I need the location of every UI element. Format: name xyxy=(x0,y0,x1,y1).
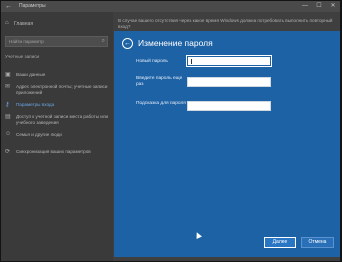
text-caret xyxy=(191,59,192,64)
dialog-title: Изменение пароля xyxy=(138,38,213,48)
sidebar: ⌂ Главная Найти параметр ⌕ Учетные запис… xyxy=(1,12,113,261)
search-placeholder: Найти параметр xyxy=(9,39,44,44)
mail-icon: ✉ xyxy=(5,84,11,90)
home-icon: ⌂ xyxy=(5,20,9,26)
maximize-button[interactable]: ☐ xyxy=(312,1,326,12)
sidebar-item-label: Семья и другие люди xyxy=(16,132,62,137)
cancel-button[interactable]: Отмена xyxy=(301,237,334,248)
search-icon: ⌕ xyxy=(101,38,105,44)
confirm-password-label: Введите пароль еще раз xyxy=(136,76,183,87)
next-button[interactable]: Далее xyxy=(264,237,296,248)
password-hint-label: Подсказка для пароля xyxy=(136,101,186,106)
window-title: Параметры xyxy=(19,3,46,9)
minimize-button[interactable]: — xyxy=(298,1,312,12)
back-arrow-icon[interactable]: ← xyxy=(4,2,13,11)
sidebar-item-label: Синхронизация ваших параметров xyxy=(16,149,91,154)
content-intro-text: В случае вашего отсутствия через какое в… xyxy=(118,18,333,29)
key-icon: ⚷ xyxy=(5,102,10,108)
sidebar-item-label: Ваши данные xyxy=(16,72,46,77)
close-button[interactable]: ✕ xyxy=(326,1,340,12)
sidebar-item-label: Доступ к учетной записи места работы или… xyxy=(16,114,109,125)
user-card-icon: ▣ xyxy=(5,72,11,78)
sidebar-home-link[interactable]: Главная xyxy=(14,21,33,27)
family-icon: ☺ xyxy=(5,131,12,137)
title-bar: ← Параметры — ☐ ✕ xyxy=(1,1,340,12)
sidebar-item-label: Адрес электронной почты; учетные записи … xyxy=(16,84,108,95)
sync-icon: ⟳ xyxy=(5,149,11,155)
back-arrow-icon[interactable]: ← xyxy=(122,38,133,49)
new-password-label: Новый пароль xyxy=(136,59,168,64)
sidebar-item-label: Параметры входа xyxy=(16,102,55,107)
password-hint-field[interactable] xyxy=(187,101,271,111)
sidebar-section-heading: Учетные записи xyxy=(5,54,40,59)
briefcase-icon: ▤ xyxy=(5,114,11,120)
search-input[interactable]: Найти параметр ⌕ xyxy=(5,36,108,47)
confirm-password-field[interactable] xyxy=(187,77,271,87)
change-password-dialog: ← Изменение пароля Новый пароль Введите … xyxy=(114,31,340,257)
new-password-field[interactable] xyxy=(186,55,272,67)
